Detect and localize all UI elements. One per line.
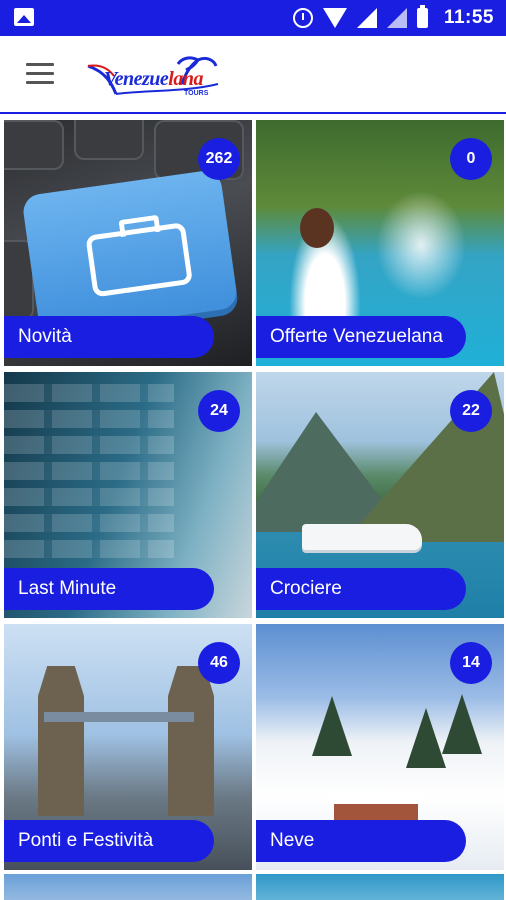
alarm-icon [292, 8, 313, 28]
count-badge: 262 [198, 138, 240, 180]
category-tile-crociere[interactable]: 22 Crociere [256, 372, 504, 618]
app-logo: Venezuelana TOURS [86, 54, 226, 98]
count-badge: 24 [198, 390, 240, 432]
category-tile-partial-right[interactable] [256, 874, 504, 900]
wifi-icon [322, 8, 347, 28]
category-label: Novità [4, 316, 214, 358]
app-bar: Venezuelana TOURS [0, 36, 506, 114]
logo-subtitle: TOURS [184, 90, 209, 97]
category-tile-offerte-venezuelana[interactable]: 0 Offerte Venezuelana [256, 120, 504, 366]
suitcase-icon [85, 222, 194, 298]
count-badge: 46 [198, 642, 240, 684]
status-icons: 11:55 [292, 0, 494, 36]
count-badge: 0 [450, 138, 492, 180]
category-tile-neve[interactable]: 14 Neve [256, 624, 504, 870]
category-grid: 262 Novità 0 Offerte Venezuelana 24 Last… [0, 116, 506, 900]
logo-text: Venezuelana [104, 68, 203, 90]
count-badge: 14 [450, 642, 492, 684]
category-tile-novita[interactable]: 262 Novità [4, 120, 252, 366]
category-label: Ponti e Festività [4, 820, 214, 862]
battery-icon [416, 5, 428, 28]
category-label: Crociere [256, 568, 466, 610]
category-tile-ponti-e-festivita[interactable]: 46 Ponti e Festività [4, 624, 252, 870]
category-label: Neve [256, 820, 466, 862]
category-label: Last Minute [4, 568, 214, 610]
status-bar: 11:55 [0, 0, 506, 36]
hamburger-menu-icon[interactable] [26, 63, 54, 85]
gallery-icon [14, 8, 34, 26]
signal-icon [356, 8, 377, 28]
category-label: Offerte Venezuelana [256, 316, 466, 358]
category-tile-last-minute[interactable]: 24 Last Minute [4, 372, 252, 618]
status-time: 11:55 [443, 7, 494, 28]
count-badge: 22 [450, 390, 492, 432]
signal-icon-secondary [386, 8, 407, 28]
category-tile-partial-left[interactable] [4, 874, 252, 900]
